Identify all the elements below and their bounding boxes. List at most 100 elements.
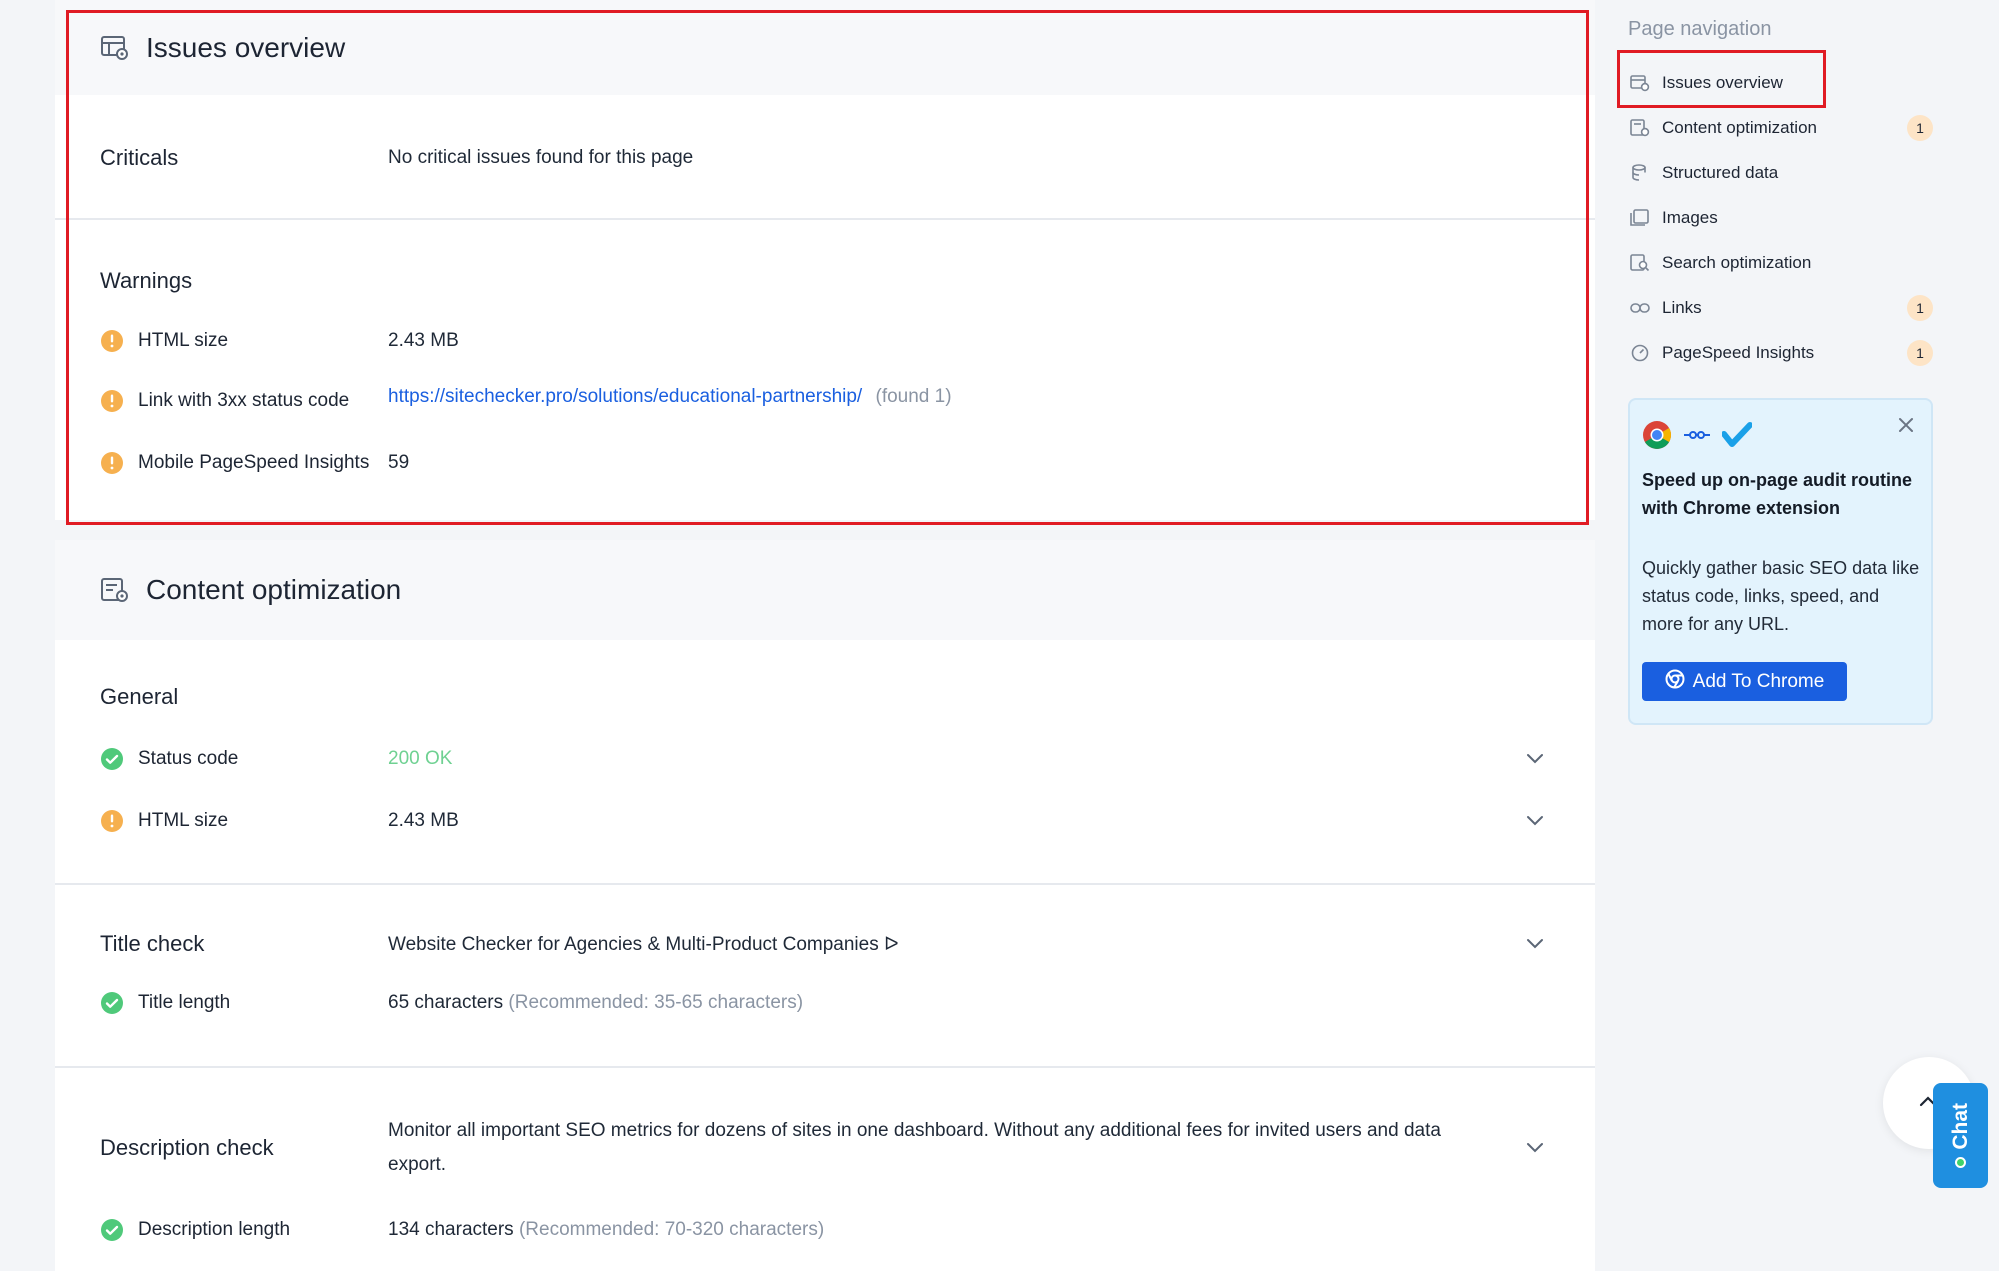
- content-optimization-title: Content optimization: [146, 574, 402, 605]
- nav-item-label: Structured data: [1662, 163, 1779, 182]
- online-status-dot: [1955, 1157, 1966, 1169]
- nav-item-label: PageSpeed Insights: [1662, 343, 1815, 362]
- description-length-label-wrap: Description length: [55, 1218, 388, 1242]
- status-code-value: 200 OK: [388, 748, 453, 769]
- title-length-row: Title length 65 characters (Recommended:…: [55, 982, 1595, 1024]
- issues-overview-icon: [100, 32, 132, 64]
- promo-title: Speed up on-page audit routine with Chro…: [1642, 470, 1912, 518]
- sitechecker-logo-icon: [1721, 422, 1753, 453]
- warning-value: https://sitechecker.pro/solutions/educat…: [388, 386, 1595, 408]
- nav-item-label: Links: [1662, 298, 1702, 317]
- issues-overview-section: Issues overview Criticals No critical is…: [55, 0, 1595, 520]
- issue-count-badge: 1: [1907, 340, 1933, 366]
- general-heading-row: General: [55, 676, 388, 718]
- general-label: General: [100, 684, 179, 709]
- promo-icons: [1642, 420, 1753, 455]
- nav-item-label: Images: [1662, 208, 1718, 227]
- chat-label: Chat: [1948, 1102, 1972, 1150]
- nav-item-structured-data[interactable]: Structured data: [1628, 154, 1933, 192]
- check-circle-icon: [100, 1218, 124, 1242]
- general-block: General Status code 200 OK HTML size 2.4…: [55, 640, 1595, 885]
- issues-overview-header: Issues overview: [55, 0, 1595, 95]
- title-check-row[interactable]: Title check Website Checker for Agencies…: [55, 923, 1595, 965]
- warning-label-wrap: HTML size: [55, 329, 388, 353]
- description-length-row: Description length 134 characters (Recom…: [55, 1209, 1595, 1251]
- issues-overview-icon: [1630, 73, 1650, 93]
- chevron-down-icon[interactable]: [1525, 811, 1545, 831]
- warning-value: 59: [388, 452, 410, 473]
- description-check-row[interactable]: Description check Monitor all important …: [55, 1108, 1595, 1188]
- chrome-icon: [1665, 669, 1685, 695]
- warning-label: Link with 3xx status code: [138, 390, 350, 411]
- close-icon[interactable]: [1895, 414, 1917, 436]
- content-optimization-section: Content optimization General Status code…: [55, 540, 1595, 1271]
- description-length-value: 134 characters: [388, 1219, 514, 1240]
- description-check-value: Monitor all important SEO metrics for do…: [388, 1120, 1441, 1175]
- title-length-recommended: (Recommended: 35-65 characters): [508, 992, 804, 1013]
- nav-item-issues-overview[interactable]: Issues overview: [1628, 64, 1933, 102]
- title-check-block: Title check Website Checker for Agencies…: [55, 885, 1595, 1068]
- database-icon: [1630, 163, 1650, 183]
- criticals-row: Criticals No critical issues found for t…: [55, 95, 1595, 220]
- title-length-value-wrap: 65 characters (Recommended: 35-65 charac…: [388, 992, 1595, 1014]
- warning-row: Mobile PageSpeed Insights 59: [55, 442, 1595, 484]
- warnings-label: Warnings: [100, 268, 193, 293]
- criticals-value: No critical issues found for this page: [388, 146, 694, 168]
- content-optimization-header: Content optimization: [55, 540, 1595, 640]
- chevron-down-icon[interactable]: [1525, 749, 1545, 769]
- warning-row: Link with 3xx status code https://sitech…: [55, 380, 1595, 422]
- chrome-logo-icon: [1642, 420, 1672, 455]
- issue-count-badge: 1: [1907, 295, 1933, 321]
- criticals-block: Criticals No critical issues found for t…: [55, 95, 1595, 220]
- warning-icon: [100, 389, 124, 413]
- chat-button[interactable]: Chat: [1933, 1083, 1988, 1188]
- add-to-chrome-button[interactable]: Add To Chrome: [1642, 662, 1847, 701]
- speedometer-icon: [1630, 343, 1650, 363]
- nav-item-images[interactable]: Images: [1628, 199, 1933, 237]
- chrome-extension-promo: Speed up on-page audit routine with Chro…: [1628, 398, 1933, 725]
- general-row-label-wrap: Status code: [55, 747, 388, 771]
- warnings-block: Warnings HTML size 2.43 MB Link with 3xx…: [55, 220, 1595, 520]
- warning-icon: [100, 451, 124, 475]
- warning-icon: [100, 329, 124, 353]
- nav-item-content-optimization[interactable]: Content optimization 1: [1628, 109, 1933, 147]
- nav-item-pagespeed-insights[interactable]: PageSpeed Insights 1: [1628, 334, 1933, 372]
- warning-row: HTML size 2.43 MB: [55, 320, 1595, 362]
- title-length-label: Title length: [138, 992, 231, 1013]
- warning-label-wrap: Link with 3xx status code: [55, 389, 388, 413]
- content-optimization-icon: [100, 574, 132, 606]
- general-row-label: HTML size: [138, 810, 229, 831]
- warnings-heading-row: Warnings: [55, 260, 388, 302]
- chevron-down-icon[interactable]: [1525, 1138, 1545, 1158]
- title-length-label-wrap: Title length: [55, 991, 388, 1015]
- page-navigation-title: Page navigation: [1628, 18, 1772, 40]
- description-length-recommended: (Recommended: 70-320 characters): [518, 1219, 825, 1240]
- add-to-chrome-label: Add To Chrome: [1692, 670, 1825, 692]
- warning-label: HTML size: [138, 330, 229, 351]
- search-optimization-icon: [1630, 253, 1650, 273]
- link-icon: [1630, 298, 1650, 318]
- issue-count-badge: 1: [1907, 115, 1933, 141]
- nav-item-links[interactable]: Links 1: [1628, 289, 1933, 327]
- nav-item-label: Issues overview: [1662, 73, 1783, 92]
- check-circle-icon: [100, 747, 124, 771]
- title-check-value: Website Checker for Agencies & Multi-Pro…: [388, 933, 899, 955]
- warning-label: Mobile PageSpeed Insights: [138, 452, 370, 473]
- found-count: (found 1): [875, 386, 952, 407]
- general-row[interactable]: Status code 200 OK: [55, 738, 1595, 780]
- general-row-label-wrap: HTML size: [55, 809, 388, 833]
- general-row[interactable]: HTML size 2.43 MB: [55, 800, 1595, 842]
- title-length-value: 65 characters: [388, 992, 504, 1013]
- issues-overview-title: Issues overview: [146, 31, 346, 63]
- chevron-down-icon[interactable]: [1525, 934, 1545, 954]
- main-content: Issues overview Criticals No critical is…: [55, 0, 1595, 1271]
- connect-icon: [1682, 428, 1712, 447]
- warning-icon: [100, 809, 124, 833]
- general-row-label: Status code: [138, 748, 239, 769]
- warning-label-wrap: Mobile PageSpeed Insights: [55, 451, 388, 475]
- check-circle-icon: [100, 991, 124, 1015]
- nav-item-search-optimization[interactable]: Search optimization: [1628, 244, 1933, 282]
- description-length-label: Description length: [138, 1219, 291, 1240]
- redirect-link[interactable]: https://sitechecker.pro/solutions/educat…: [388, 386, 862, 407]
- description-length-value-wrap: 134 characters (Recommended: 70-320 char…: [388, 1219, 1595, 1241]
